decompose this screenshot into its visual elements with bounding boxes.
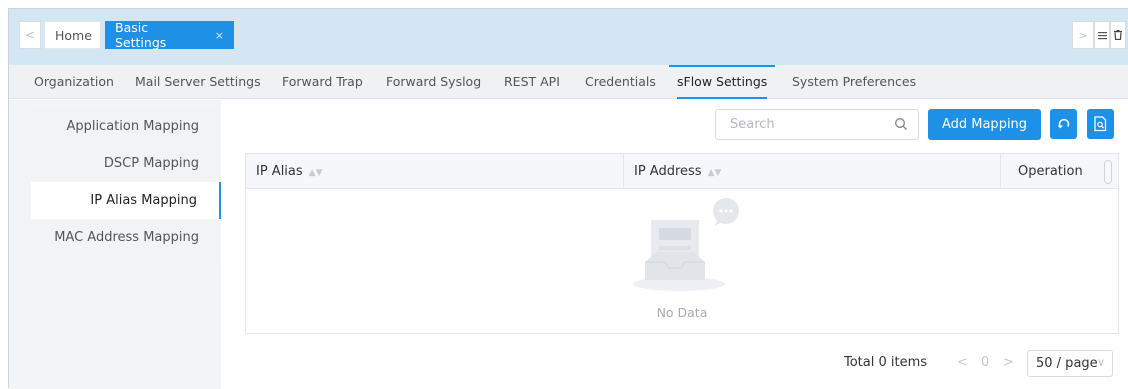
tabs-scroll-right-button[interactable]: >	[1072, 21, 1094, 49]
export-button[interactable]	[1087, 109, 1114, 139]
page-tab-basic-settings-label: Basic Settings	[115, 20, 167, 50]
sort-icon[interactable]: ▲▼	[309, 168, 323, 178]
sidebar-item-dscp-mapping[interactable]: DSCP Mapping	[31, 145, 221, 182]
pagination-current-page[interactable]: 0	[981, 355, 989, 370]
column-header-operation: Operation	[1018, 164, 1083, 179]
document-search-icon	[1094, 116, 1107, 132]
table-scrollbar[interactable]	[1104, 160, 1112, 184]
tab-system-preferences[interactable]: System Preferences	[792, 65, 916, 99]
tab-sflow-settings[interactable]: sFlow Settings	[668, 65, 776, 99]
menu-icon	[1097, 31, 1107, 39]
tab-credentials[interactable]: Credentials	[585, 65, 656, 99]
tab-menu-button[interactable]	[1094, 21, 1110, 49]
chevron-left-icon: <	[24, 28, 36, 42]
page-tab-home[interactable]: Home	[44, 21, 101, 49]
add-mapping-button[interactable]: Add Mapping	[928, 109, 1041, 140]
refresh-icon	[1057, 118, 1069, 129]
tab-organization[interactable]: Organization	[34, 65, 114, 99]
sidebar-item-ip-alias-mapping[interactable]: IP Alias Mapping	[31, 182, 221, 219]
mapping-panel: Search Add Mapping IP Alias ▲▼ IP Addres…	[221, 100, 1128, 389]
trash-icon	[1114, 30, 1122, 40]
tab-forward-trap[interactable]: Forward Trap	[282, 65, 363, 99]
column-header-ip-alias[interactable]: IP Alias ▲▼	[246, 154, 323, 189]
column-header-ip-address[interactable]: IP Address ▲▼	[624, 154, 721, 189]
page-size-select[interactable]: 50 / page ∨	[1027, 350, 1113, 377]
tab-forward-syslog[interactable]: Forward Syslog	[386, 65, 481, 99]
tabs-scroll-left-button[interactable]: <	[19, 21, 41, 49]
column-divider	[1000, 154, 1001, 189]
sidebar-item-mac-address-mapping[interactable]: MAC Address Mapping	[31, 219, 221, 256]
content-area: Application Mapping DSCP Mapping IP Alia…	[9, 100, 1128, 389]
chevron-right-icon: >	[1078, 28, 1088, 42]
empty-inbox-icon	[633, 198, 739, 291]
tab-tools: >	[1072, 21, 1126, 49]
column-label-ip-address: IP Address	[634, 164, 702, 179]
ip-alias-table: IP Alias ▲▼ IP Address ▲▼ Operation No D…	[245, 153, 1119, 334]
search-placeholder: Search	[730, 117, 775, 132]
close-all-tabs-button[interactable]	[1110, 21, 1126, 49]
pagination-total: Total 0 items	[844, 355, 928, 370]
close-tab-icon[interactable]: ×	[215, 29, 224, 42]
tab-rest-api[interactable]: REST API	[504, 65, 560, 99]
sidebar-item-application-mapping[interactable]: Application Mapping	[31, 108, 221, 145]
search-input[interactable]: Search	[715, 109, 919, 140]
search-icon[interactable]	[894, 117, 908, 131]
tab-mail-server-settings[interactable]: Mail Server Settings	[135, 65, 261, 99]
no-data-text: No Data	[656, 305, 708, 320]
pagination-prev-button[interactable]: <	[957, 355, 968, 370]
pagination-next-button[interactable]: >	[1003, 355, 1014, 370]
settings-tab-bar: Organization Mail Server Settings Forwar…	[9, 65, 1128, 99]
sort-icon[interactable]: ▲▼	[708, 168, 722, 178]
page-size-value: 50 / page	[1036, 356, 1098, 371]
page-tab-bar: < Home Basic Settings × >	[9, 9, 1128, 65]
refresh-button[interactable]	[1050, 109, 1077, 139]
chevron-down-icon: ∨	[1096, 356, 1105, 369]
empty-state: No Data	[246, 190, 1118, 334]
app-frame: < Home Basic Settings × > Organization M…	[8, 8, 1128, 389]
page-tab-basic-settings[interactable]: Basic Settings ×	[105, 20, 234, 50]
table-header: IP Alias ▲▼ IP Address ▲▼ Operation	[246, 154, 1118, 189]
column-label-ip-alias: IP Alias	[256, 164, 303, 179]
mapping-sidebar: Application Mapping DSCP Mapping IP Alia…	[31, 108, 221, 258]
page-tab-home-label: Home	[55, 27, 92, 43]
